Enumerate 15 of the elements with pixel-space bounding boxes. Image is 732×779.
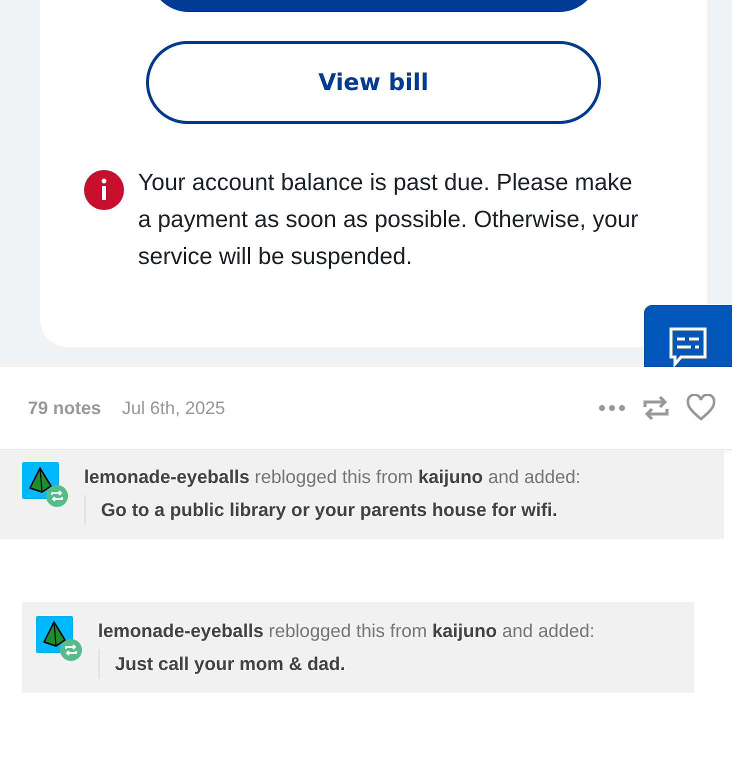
more-icon[interactable] <box>598 404 626 412</box>
chat-button[interactable] <box>644 305 732 367</box>
reblog-header: lemonade-eyeballs reblogged this from kaijuno and added: <box>98 619 596 643</box>
reblog-header: lemonade-eyeballs reblogged this from kaijuno and added: <box>84 465 582 489</box>
reblog-comment: Just call your mom & dad. <box>98 649 608 679</box>
chat-icon <box>667 327 709 367</box>
info-icon <box>84 170 124 210</box>
reblog-comment: Go to a public library or your parents house for wifi. <box>84 495 594 525</box>
post-date: Jul 6th, 2025 <box>122 398 226 418</box>
reblog-badge-icon <box>60 639 82 661</box>
heart-icon[interactable] <box>686 394 716 422</box>
view-bill-button[interactable]: View bill <box>146 41 601 124</box>
past-due-notice: Your account balance is past due. Please make a payment as soon as possible. Otherwise, your service will be suspended. <box>138 168 640 271</box>
reblog-icon[interactable] <box>642 394 670 422</box>
reblog-badge-icon <box>46 485 68 507</box>
